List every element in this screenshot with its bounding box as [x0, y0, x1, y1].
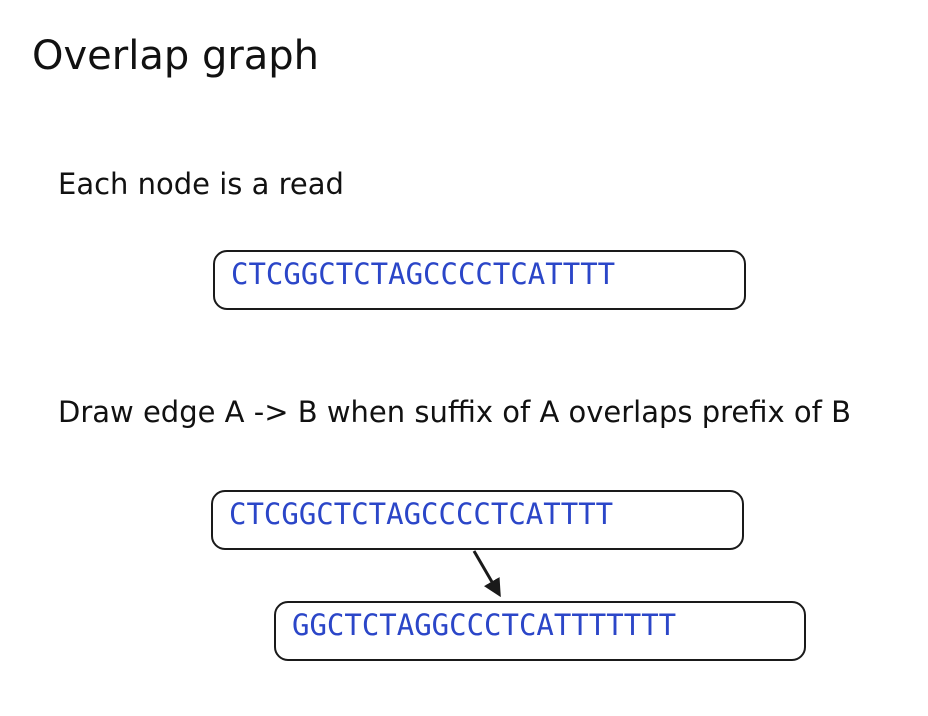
read-node-b: GGCTCTAGGCCCTCATTTTTTT — [274, 601, 806, 661]
